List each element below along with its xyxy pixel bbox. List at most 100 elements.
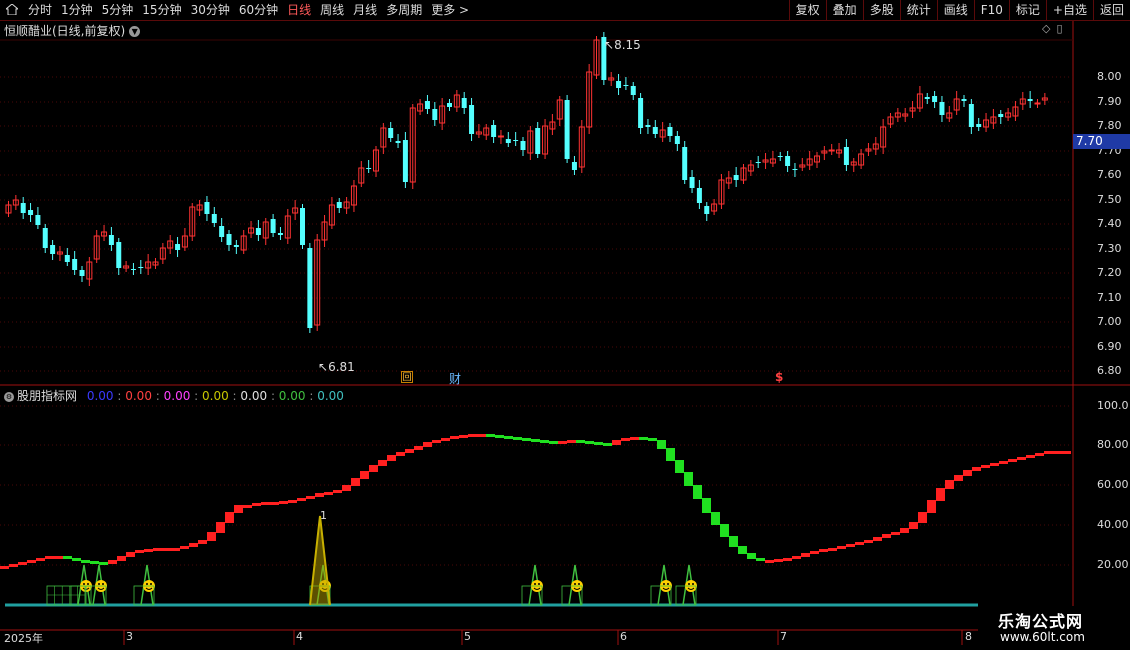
chevron-down-icon[interactable]: ▼ <box>129 26 141 37</box>
indicator-segment <box>333 490 342 493</box>
indicator-segment <box>729 536 738 547</box>
candle-down <box>28 210 34 215</box>
indicator-segment <box>900 528 909 533</box>
indicator-segment <box>360 471 369 479</box>
indicator-segment <box>531 439 540 442</box>
indicator-segment <box>468 434 477 437</box>
indicator-segment <box>765 560 774 563</box>
candle-down <box>388 128 394 138</box>
smiley-eye <box>98 583 100 585</box>
indicator-segment <box>387 455 396 461</box>
date-tick: 4 <box>296 630 303 643</box>
indicator-segment <box>144 549 153 552</box>
indicator-segment <box>432 440 441 443</box>
indicator-peak <box>309 515 331 606</box>
indicator-segment <box>288 500 297 503</box>
event-marker-finance[interactable]: 财 <box>449 370 461 387</box>
indicator-segment <box>684 472 693 486</box>
indicator-segment <box>90 561 99 564</box>
indicator-segment <box>621 438 630 441</box>
indicator-segment <box>225 512 234 523</box>
indicator-segment <box>261 502 270 505</box>
indicator-segment <box>792 556 801 559</box>
indicator-segment <box>540 440 549 443</box>
smiley-eye <box>692 583 694 585</box>
indicator-segment <box>351 478 360 486</box>
indicator-segment <box>423 442 432 447</box>
candle-down <box>461 98 467 108</box>
diamond-icon[interactable]: ◇ <box>1042 22 1050 35</box>
candle-down <box>277 233 283 235</box>
price-tick: 7.00 <box>1097 315 1122 328</box>
price-tick: 6.90 <box>1097 340 1122 353</box>
candle-down <box>924 97 930 99</box>
indicator-segment <box>234 505 243 513</box>
price-tick: 7.30 <box>1097 242 1122 255</box>
candle-down <box>72 259 78 270</box>
smiley-eye <box>87 583 89 585</box>
candle-up <box>1034 102 1041 105</box>
candle-down <box>961 99 967 101</box>
indicator-tick: 20.00 <box>1097 558 1129 571</box>
smiley-eye <box>574 583 576 585</box>
price-tick: 7.10 <box>1097 291 1122 304</box>
chart-title[interactable]: 恒顺醋业(日线,前复权) ▼ <box>4 22 141 39</box>
candle-down <box>843 147 849 165</box>
indicator-segment <box>594 442 603 445</box>
indicator-segment <box>306 496 315 499</box>
candle-down <box>755 162 761 163</box>
indicator-value: 0.00 <box>163 389 191 403</box>
maximize-icon[interactable]: ▯ <box>1056 22 1062 35</box>
indicator-segment <box>405 449 414 453</box>
price-tick: 7.90 <box>1097 95 1122 108</box>
smiley-eye <box>102 583 104 585</box>
indicator-segment <box>990 463 999 466</box>
indicator-segment <box>675 460 684 473</box>
smiley-eye <box>534 583 536 585</box>
watermark-title: 乐淘公式网 <box>998 612 1084 631</box>
indicator-segment <box>891 532 900 535</box>
indicator-segment <box>207 532 216 541</box>
indicator-tick: 100.0 <box>1097 399 1129 412</box>
indicator-segment <box>342 485 351 491</box>
indicator-segment <box>981 465 990 468</box>
candle-down <box>226 234 232 245</box>
indicator-segment <box>324 492 333 495</box>
event-marker-review[interactable]: 回 <box>401 371 413 383</box>
price-tick: 7.50 <box>1097 193 1122 206</box>
smiley-eye <box>578 583 580 585</box>
indicator-segment <box>495 435 504 438</box>
kline-chart[interactable] <box>0 0 1130 650</box>
date-tick: 2025年 <box>4 632 43 645</box>
indicator-segment <box>117 556 126 561</box>
candle-down <box>733 175 739 180</box>
indicator-tick: 80.00 <box>1097 438 1129 451</box>
candle-down <box>785 156 791 166</box>
indicator-segment <box>513 437 522 440</box>
indicator-segment <box>549 441 558 444</box>
indicator-segment <box>1044 451 1053 454</box>
price-tick: 8.00 <box>1097 70 1122 83</box>
indicator-segment <box>828 548 837 551</box>
indicator-segment <box>396 452 405 456</box>
indicator-segment <box>522 438 531 441</box>
price-tick: 6.80 <box>1097 364 1122 377</box>
indicator-value: 0.00 <box>86 389 114 403</box>
indicator-value: 0.00 <box>125 389 152 403</box>
candle-down <box>976 124 982 127</box>
candle-down <box>233 245 239 247</box>
indicator-segment <box>747 553 756 559</box>
indicator-segment <box>45 556 54 559</box>
candle-down <box>932 96 938 102</box>
indicator-title[interactable]: ⚙ 股朋指标网 0.00 : 0.00 : 0.00 : 0.00 : 0.00 … <box>4 387 344 404</box>
candle-down <box>307 248 313 328</box>
indicator-segment <box>18 562 27 565</box>
date-tick: 7 <box>780 630 787 643</box>
indicator-segment <box>756 558 765 561</box>
indicator-settings-icon[interactable]: ⚙ <box>4 391 14 402</box>
event-marker-dividend[interactable]: $ <box>775 370 783 384</box>
indicator-segment <box>927 500 936 513</box>
candle-down <box>35 215 41 225</box>
candle-down <box>616 81 622 88</box>
candle-down <box>505 139 511 143</box>
